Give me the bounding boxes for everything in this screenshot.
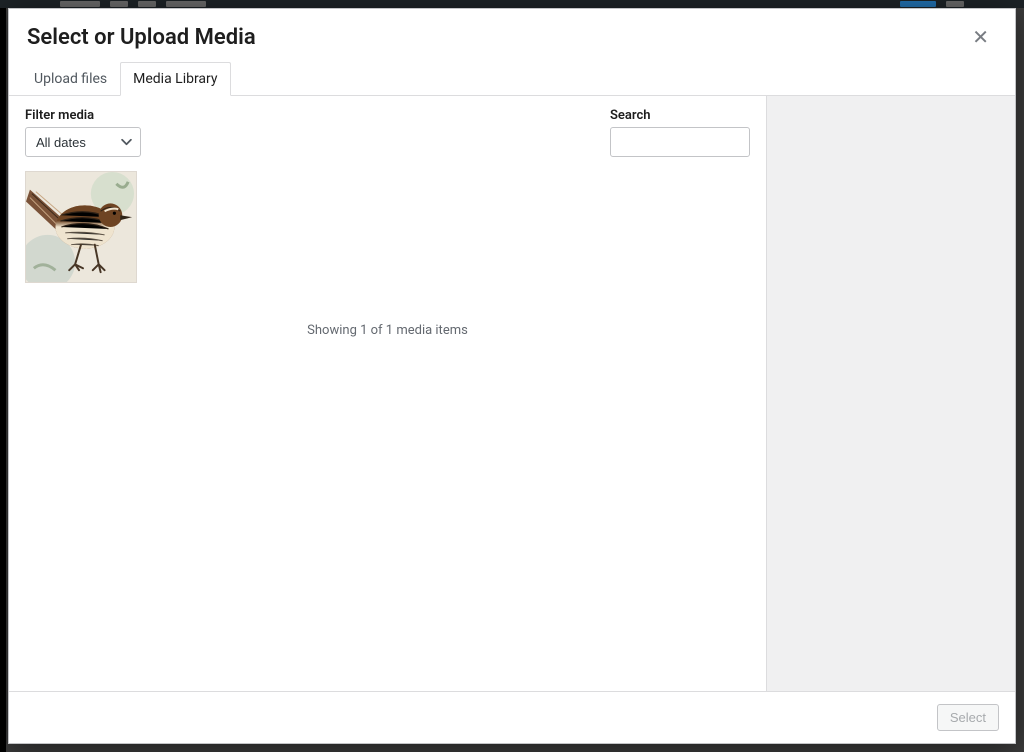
media-browser: Filter media All dates Search (9, 96, 767, 691)
filter-label: Filter media (25, 108, 141, 123)
modal-title: Select or Upload Media (27, 25, 256, 50)
tab-upload-files[interactable]: Upload files (21, 62, 120, 96)
filter-date-select[interactable]: All dates (25, 127, 141, 157)
media-modal: Select or Upload Media ✕ Upload files Me… (8, 8, 1016, 744)
admin-topbar (0, 0, 1024, 8)
tabs: Upload files Media Library (9, 51, 1015, 96)
tab-media-library[interactable]: Media Library (120, 62, 230, 96)
admin-sidebar (0, 8, 6, 752)
media-thumbnail[interactable] (25, 171, 137, 283)
select-button[interactable]: Select (937, 704, 999, 731)
attachment-details-panel (767, 96, 1015, 691)
results-status: Showing 1 of 1 media items (25, 323, 750, 338)
search-label: Search (610, 108, 750, 123)
close-icon[interactable]: ✕ (964, 23, 997, 51)
search-input[interactable] (610, 127, 750, 157)
